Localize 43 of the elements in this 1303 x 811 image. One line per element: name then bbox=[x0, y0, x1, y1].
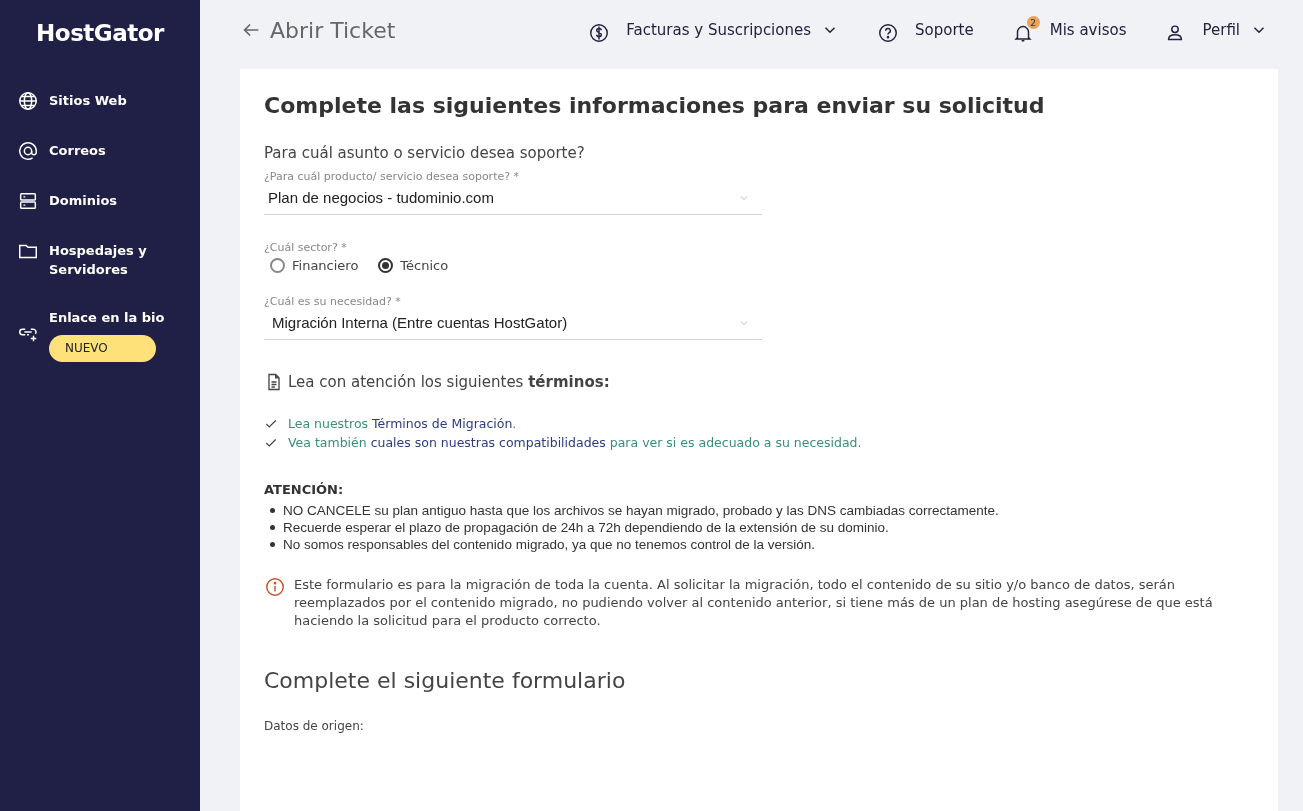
checklist-text: Vea también cuales son nuestras compatibilidades para ver si es adecuado a su necesidad. bbox=[288, 435, 862, 450]
logo: HostGator bbox=[35, 19, 166, 48]
bullet bbox=[270, 525, 275, 530]
new-badge: NUEVO bbox=[49, 335, 156, 362]
header-menu-item[interactable]: Soporte bbox=[875, 14, 976, 46]
bullet bbox=[270, 542, 275, 547]
attention-item: Recuerde esperar el plazo de propagación de 24h a 72h dependiendo de la extensión de su dominio. bbox=[283, 520, 889, 535]
radio-option[interactable]: Técnico bbox=[378, 258, 449, 273]
attention-item: No somos responsables del contenido migrado, ya que no tenemos control de la versión. bbox=[283, 537, 816, 552]
radio-button[interactable] bbox=[270, 258, 285, 273]
info-notice: Este formulario es para la migración de toda la cuenta. Al solicitar la migración, todo el contenido de su sitio y/o banco de datos, serán reemplazados por el contenido migrado, no pudiendo volver al contenido anterior, si tiene más de un plan de hosting asegúrese de que está haciendo la solicitud para el producto correcto. bbox=[294, 576, 1214, 630]
globe-icon bbox=[17, 90, 39, 112]
sidebar-item[interactable]: Sitios Web bbox=[0, 90, 200, 112]
radio-option[interactable]: Financiero bbox=[270, 258, 359, 273]
form-title: Complete las siguientes informaciones para enviar su solicitud bbox=[264, 93, 1046, 118]
link[interactable]: cuales son nuestras compatibilidades bbox=[370, 435, 606, 450]
sidebar-item[interactable]: Dominios bbox=[0, 190, 200, 212]
sector-label: ¿Cuál sector? * bbox=[264, 241, 348, 254]
at-icon bbox=[17, 140, 39, 162]
origin-label: Datos de origen: bbox=[264, 719, 365, 733]
server-icon bbox=[17, 190, 39, 212]
header-menu-item[interactable]: Facturas y Suscripciones bbox=[586, 14, 842, 46]
sidebar-item[interactable]: Enlace en la bio NUEVO bbox=[0, 307, 200, 362]
page-title: Abrir Ticket bbox=[270, 17, 396, 43]
info-icon bbox=[264, 576, 286, 598]
sidebar-item[interactable]: Hospedajes y Servidores bbox=[0, 240, 200, 279]
dollar-icon bbox=[588, 22, 611, 44]
radio-button[interactable] bbox=[378, 258, 394, 273]
attention-item: NO CANCELE su plan antiguo hasta que los archivos se hayan migrado, probado y las DNS cambiadas correctamente. bbox=[283, 503, 999, 518]
sidebar-item[interactable]: Correos bbox=[0, 140, 200, 162]
checklist-text: Lea nuestros Términos de Migración. bbox=[288, 416, 517, 431]
need-select[interactable]: ¿Cuál es su necesidad? * Migración Interna (Entre cuentas HostGator) bbox=[264, 295, 762, 340]
bullet bbox=[270, 508, 275, 513]
header-menu-item[interactable]: Perfil bbox=[1162, 14, 1270, 46]
back-button[interactable]: Abrir Ticket bbox=[240, 17, 396, 43]
help-icon bbox=[877, 22, 900, 44]
notification-count: 2 bbox=[1026, 16, 1040, 29]
terms-heading: Lea con atención los siguientes términos: bbox=[288, 373, 610, 391]
product-select[interactable]: ¿Para cuál producto/ servicio desea soporte? * Plan de negocios - tudominio.com bbox=[264, 170, 762, 215]
attention-title: ATENCIÓN: bbox=[264, 482, 345, 497]
section-title: Complete el siguiente formulario bbox=[264, 668, 627, 693]
question-text: Para cuál asunto o servicio desea soporte? bbox=[264, 144, 586, 162]
header-menu-item[interactable]: 2 Mis avisos bbox=[1009, 14, 1129, 46]
